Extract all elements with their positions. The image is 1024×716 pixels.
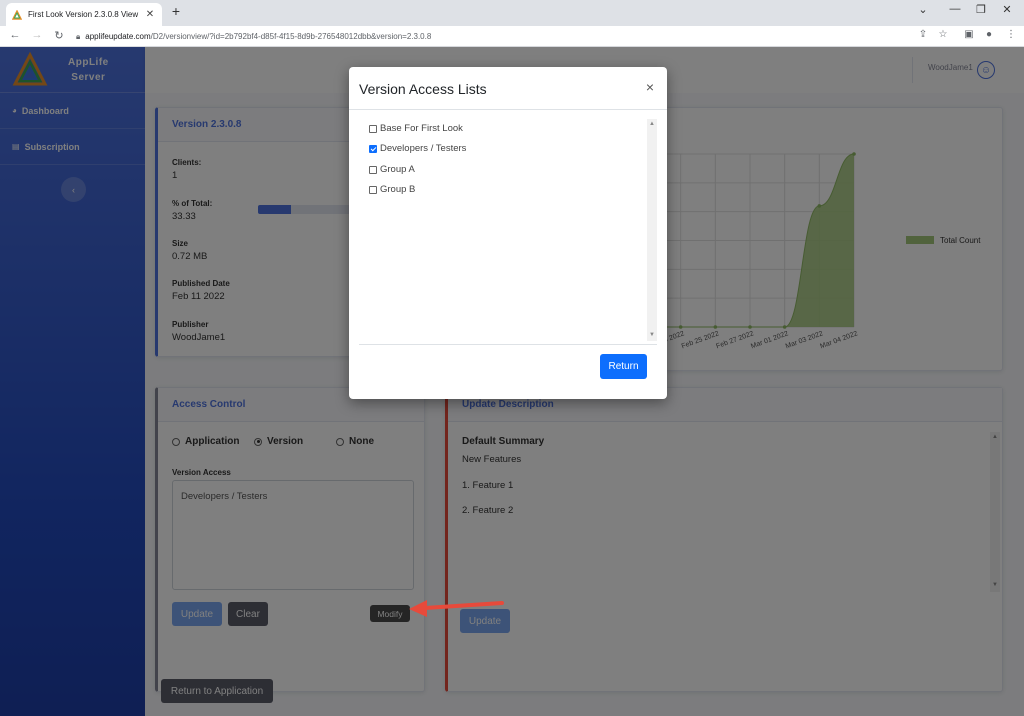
side-panel-icon[interactable]: ▣ [962,29,976,40]
url-host: applifeupdate.com [85,32,151,41]
chevron-down-icon[interactable]: ⌄ [914,3,932,16]
access-list-label: Developers / Testers [380,143,467,154]
access-list: Base For First Look Developers / Testers… [359,119,657,341]
modal-title: Version Access Lists [359,81,487,97]
modal-return-button[interactable]: Return [600,354,647,379]
forward-icon[interactable]: → [30,29,44,41]
access-list-checkbox[interactable] [369,165,377,174]
scroll-down-icon[interactable]: ▼ [649,332,655,338]
share-icon[interactable]: ⇪ [916,29,930,40]
scroll-up-icon[interactable]: ▲ [649,121,655,127]
modal-close-icon[interactable]: × [643,79,657,95]
url-path: /D2/versionview/?id=2b792bf4-d85f-4f15-8… [150,32,432,41]
applife-favicon-icon [12,9,22,20]
minimize-icon[interactable]: — [946,3,964,15]
access-list-item[interactable]: Group B [369,184,415,195]
access-list-label: Base For First Look [380,123,463,134]
browser-menu-icon[interactable]: ⋮ [1004,29,1018,40]
window-close-icon[interactable]: ✕ [998,3,1016,16]
access-list-checkbox[interactable] [369,185,377,194]
url-field[interactable]: 🔒︎ applifeupdate.com/D2/versionview/?id=… [76,28,906,45]
access-list-checkbox[interactable] [369,124,377,133]
restore-icon[interactable]: ❐ [972,3,990,16]
access-list-checkbox[interactable] [369,144,377,153]
access-list-item[interactable]: Group A [369,164,415,175]
browser-tab-bar: First Look Version 2.3.0.8 View ✕ + ⌄ — … [0,0,1024,26]
access-list-item[interactable]: Base For First Look [369,123,463,134]
profile-icon[interactable]: ● [982,29,996,40]
back-icon[interactable]: ← [8,29,22,41]
tab-title: First Look Version 2.3.0.8 View [28,10,139,19]
address-bar: ← → ↻ 🔒︎ applifeupdate.com/D2/versionvie… [0,26,1024,47]
access-list-label: Group A [380,164,415,175]
access-list-scrollbar[interactable]: ▲ ▼ [647,119,657,341]
access-list-item[interactable]: Developers / Testers [369,143,466,154]
browser-tab[interactable]: First Look Version 2.3.0.8 View ✕ [6,3,162,26]
reload-icon[interactable]: ↻ [52,29,66,42]
lock-icon: 🔒︎ [76,31,81,41]
bookmark-star-icon[interactable]: ☆ [936,29,950,40]
access-list-label: Group B [380,184,416,195]
new-tab-icon[interactable]: + [168,3,184,19]
modal-footer-divider [359,344,657,345]
tab-close-icon[interactable]: ✕ [144,9,156,20]
version-access-lists-modal: Version Access Lists × Base For First Lo… [349,67,667,399]
modal-header: Version Access Lists × [349,67,667,110]
